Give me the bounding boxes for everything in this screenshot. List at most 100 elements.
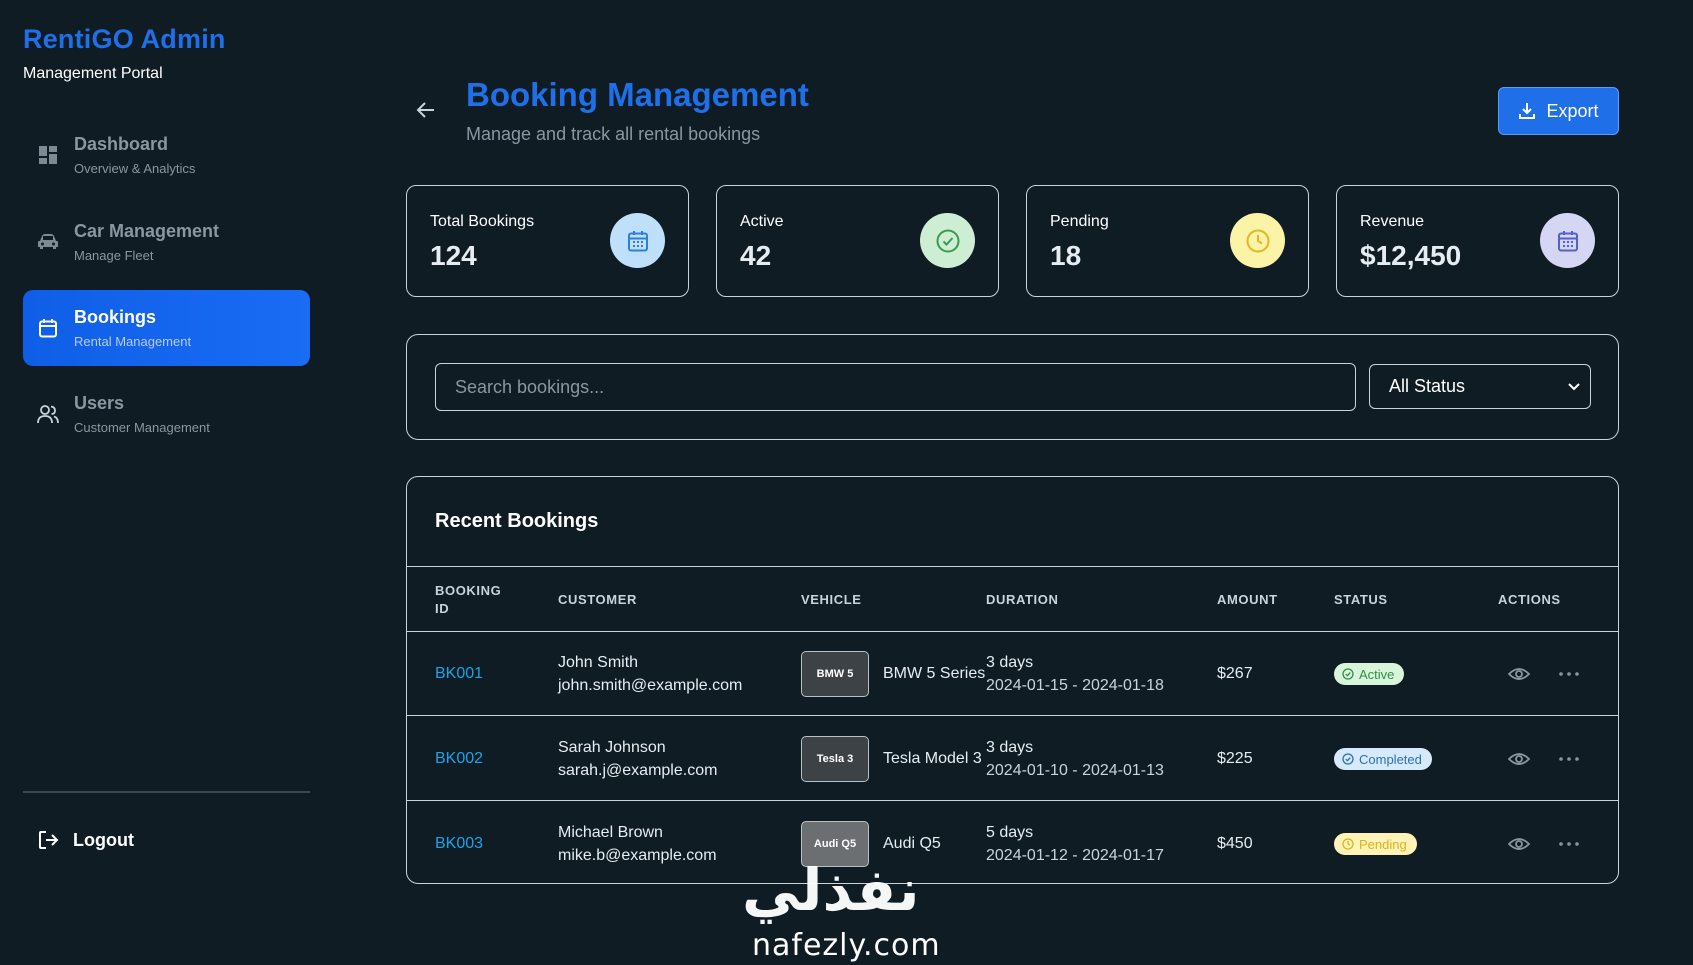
more-options-icon[interactable] — [1556, 661, 1582, 687]
stat-value: 124 — [430, 240, 477, 271]
duration-days: 3 days — [986, 653, 1034, 671]
check-circle-icon — [920, 213, 975, 268]
sidebar-item-sublabel: Customer Management — [74, 420, 210, 435]
column-header-vehicle: VEHICLE — [801, 592, 862, 607]
sidebar-divider — [23, 791, 310, 793]
logout-icon — [35, 827, 61, 853]
watermark-arabic: نفذلي — [742, 856, 920, 924]
eye-icon[interactable] — [1506, 661, 1532, 687]
customer-email: sarah.j@example.com — [558, 761, 718, 779]
booking-amount: $225 — [1217, 750, 1253, 767]
column-header-duration: DURATION — [986, 592, 1059, 607]
sidebar-item-label: Car Management — [74, 221, 220, 241]
logout-label: Logout — [73, 829, 134, 850]
search-input[interactable] — [435, 363, 1356, 411]
brand-subtitle: Management Portal — [23, 65, 163, 82]
export-button[interactable]: Export — [1498, 87, 1619, 135]
calendar-icon — [35, 315, 61, 341]
vehicle-thumbnail: Tesla 3 — [801, 736, 869, 782]
sidebar-item-sublabel: Rental Management — [74, 334, 192, 349]
vehicle-thumbnail: BMW 5 — [801, 651, 869, 697]
brand: RentiGO Admin Management Portal — [23, 24, 226, 83]
stat-label: Total Bookings — [430, 213, 535, 230]
watermark-latin: nafezly.com — [752, 928, 941, 963]
check-circle-icon — [1342, 753, 1354, 765]
vehicle-name: BMW 5 Series — [883, 665, 986, 682]
clock-icon — [1230, 213, 1285, 268]
customer-name: Sarah Johnson — [558, 738, 666, 756]
column-header-customer: CUSTOMER — [558, 592, 637, 607]
stat-value: $12,450 — [1360, 240, 1462, 271]
sidebar: RentiGO Admin Management Portal Dashboar… — [0, 0, 336, 965]
booking-amount: $450 — [1217, 835, 1253, 852]
more-options-icon[interactable] — [1556, 746, 1582, 772]
stat-label: Pending — [1050, 213, 1109, 230]
users-icon — [35, 401, 61, 427]
booking-id-link[interactable]: BK002 — [435, 750, 483, 768]
sidebar-item-bookings[interactable]: Bookings Rental Management — [23, 290, 310, 366]
customer-name: John Smith — [558, 653, 639, 671]
status-badge: Completed — [1334, 748, 1432, 770]
column-header-booking-id: BOOKING ID — [435, 583, 502, 616]
table-title: Recent Bookings — [435, 510, 599, 532]
stat-card-revenue: Revenue $12,450 — [1336, 185, 1619, 297]
duration-days: 3 days — [986, 738, 1034, 756]
sidebar-item-label: Dashboard — [74, 134, 169, 154]
app-root: RentiGO Admin Management Portal Dashboar… — [0, 0, 1693, 965]
customer-name: Michael Brown — [558, 823, 663, 841]
status-badge-label: Completed — [1359, 751, 1422, 767]
table-row: BK001 John Smith john.smith@example.com … — [407, 632, 1618, 716]
stat-label: Revenue — [1360, 213, 1425, 230]
status-badge: Pending — [1334, 833, 1417, 855]
duration-range: 2024-01-15 - 2024-01-18 — [986, 676, 1164, 694]
eye-icon[interactable] — [1506, 831, 1532, 857]
column-header-actions: ACTIONS — [1498, 592, 1561, 607]
check-circle-icon — [1342, 668, 1354, 680]
page-subtitle: Manage and track all rental bookings — [466, 124, 761, 144]
stat-card-total-bookings: Total Bookings 124 — [406, 185, 689, 297]
booking-amount: $267 — [1217, 665, 1253, 682]
stat-value: 42 — [740, 240, 772, 271]
booking-id-link[interactable]: BK001 — [435, 665, 483, 683]
table-row: BK003 Michael Brown mike.b@example.com A… — [407, 802, 1618, 883]
vehicle-name: Tesla Model 3 — [883, 750, 982, 767]
stat-value: 18 — [1050, 240, 1082, 271]
filter-panel: All Status — [406, 334, 1619, 440]
sidebar-item-dashboard[interactable]: Dashboard Overview & Analytics — [23, 117, 310, 193]
sidebar-item-label: Users — [74, 393, 125, 413]
stat-card-pending: Pending 18 — [1026, 185, 1309, 297]
dashboard-icon — [35, 142, 61, 168]
status-badge: Active — [1334, 663, 1405, 685]
stat-card-active: Active 42 — [716, 185, 999, 297]
chevron-down-icon — [1568, 378, 1580, 396]
vehicle-name: Audi Q5 — [883, 835, 941, 852]
sidebar-item-sublabel: Overview & Analytics — [74, 161, 196, 176]
download-icon — [1519, 103, 1536, 119]
sidebar-item-users[interactable]: Users Customer Management — [23, 376, 310, 452]
export-label: Export — [1546, 100, 1599, 121]
duration-range: 2024-01-10 - 2024-01-13 — [986, 761, 1164, 779]
status-select[interactable]: All Status — [1369, 364, 1591, 409]
status-badge-label: Pending — [1359, 836, 1407, 852]
clock-icon — [1342, 838, 1354, 850]
customer-email: mike.b@example.com — [558, 846, 717, 864]
duration-days: 5 days — [986, 823, 1034, 841]
back-arrow-icon[interactable] — [414, 98, 438, 122]
table-row: BK002 Sarah Johnson sarah.j@example.com … — [407, 717, 1618, 801]
booking-id-link[interactable]: BK003 — [435, 835, 483, 853]
sidebar-item-car-management[interactable]: Car Management Manage Fleet — [23, 204, 310, 280]
column-header-amount: AMOUNT — [1217, 592, 1278, 607]
more-options-icon[interactable] — [1556, 831, 1582, 857]
brand-title: RentiGO Admin — [23, 24, 226, 54]
column-header-status: STATUS — [1334, 592, 1388, 607]
sidebar-item-label: Bookings — [74, 307, 157, 327]
recent-bookings-panel: Recent Bookings BOOKING ID CUSTOMER VEHI… — [406, 476, 1619, 884]
status-select-value: All Status — [1389, 376, 1466, 396]
car-icon — [35, 229, 61, 255]
duration-range: 2024-01-12 - 2024-01-17 — [986, 846, 1164, 864]
stat-label: Active — [740, 213, 784, 230]
table-header: BOOKING ID CUSTOMER VEHICLE DURATION AMO… — [407, 566, 1618, 632]
page-title: Booking Management — [466, 76, 809, 113]
eye-icon[interactable] — [1506, 746, 1532, 772]
logout-button[interactable]: Logout — [23, 820, 223, 860]
